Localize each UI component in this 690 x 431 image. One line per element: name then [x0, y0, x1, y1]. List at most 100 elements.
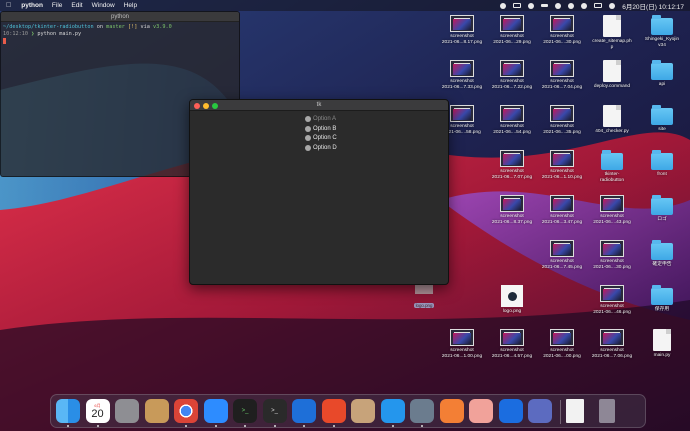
- screenshots-stack-icon[interactable]: [528, 399, 552, 423]
- chrome-icon[interactable]: [174, 399, 198, 423]
- running-indicator: [421, 425, 423, 427]
- desktop-icon-thumb[interactable]: screenshot 2021-06...7.06.png: [589, 329, 635, 360]
- radio-indicator[interactable]: [305, 135, 311, 142]
- folder-icon: [651, 60, 673, 80]
- terminal-titlebar[interactable]: python: [1, 12, 239, 22]
- desktop-icon-thumb[interactable]: screenshot 2021-06...1.10.png: [539, 150, 585, 181]
- desktop-icon-thumb[interactable]: screenshot 2021-06...7.22.png: [489, 60, 535, 91]
- desktop-icon-thumb[interactable]: screenshot 2021-06...7.04.png: [539, 60, 585, 91]
- desktop-icon-thumb[interactable]: screenshot 2021-06...7.07.png: [489, 150, 535, 181]
- desktop-icon-thumb[interactable]: screenshot 2021-06...4.57.png: [489, 329, 535, 360]
- menu-window[interactable]: Window: [92, 2, 115, 9]
- desktop-icon-thumb[interactable]: screenshot 2021-06...3.47.png: [539, 195, 585, 226]
- instruments-icon[interactable]: [321, 399, 346, 423]
- zoom-icon[interactable]: [203, 399, 228, 423]
- menubar-clock[interactable]: 6月20日(日) 10:12:17: [622, 1, 684, 11]
- radio-indicator[interactable]: [305, 144, 311, 151]
- activity-monitor-icon[interactable]: >_: [233, 399, 257, 423]
- desktop-icon-thumb[interactable]: screenshot 2021-06...1.00.png: [439, 329, 485, 360]
- siri-icon[interactable]: [609, 2, 616, 9]
- desktop-icon-thumb[interactable]: screenshot 2021-06....54.png: [489, 105, 535, 136]
- radio-option-b[interactable]: Option B: [305, 124, 337, 134]
- desktop-icon-doc[interactable]: 404_checker.py: [589, 105, 635, 135]
- finder-icon[interactable]: [56, 399, 80, 423]
- proxyman-icon[interactable]: [410, 399, 434, 423]
- desktop-icon-thumb[interactable]: screenshot 2021-06....29.png: [489, 15, 535, 46]
- desktop-icon-folder[interactable]: front: [639, 150, 685, 178]
- folder-icon: [651, 285, 673, 305]
- tk-window[interactable]: tk Option A Option B Option C Option D: [189, 99, 449, 285]
- desktop-icon-folder[interactable]: ロゴ: [639, 195, 685, 223]
- wifi-icon[interactable]: [568, 2, 575, 9]
- desktop-icon-doc[interactable]: deploy.command: [589, 60, 635, 90]
- desktop-icon-thumb[interactable]: screenshot 2021-06....43.png: [589, 195, 635, 226]
- desktop-icon-logo[interactable]: logo.png: [489, 285, 535, 315]
- document-stack-icon[interactable]: [565, 399, 584, 423]
- trash-icon[interactable]: [599, 399, 615, 423]
- desktop-icon-doc[interactable]: create_sitemap.ph p: [589, 15, 635, 51]
- desktop-icon-thumb[interactable]: screenshot 2021-06....00.png: [539, 329, 585, 360]
- desktop-icon-label: main.py: [653, 353, 671, 358]
- desktop-icon-thumb[interactable]: screenshot 2021-06...7.33.png: [439, 60, 485, 91]
- screenshot-thumbnail: [500, 15, 524, 32]
- battery-icon[interactable]: [541, 4, 549, 7]
- menu-edit[interactable]: Edit: [71, 2, 82, 9]
- folder-icon: [651, 240, 673, 260]
- running-indicator: [214, 425, 217, 427]
- desktop-icon-folder[interactable]: tkinter-radiobutton: [589, 150, 635, 184]
- terminal-output[interactable]: ~/desktop/tkinter-radiobutton on master …: [1, 22, 239, 48]
- minimize-window-button[interactable]: [203, 102, 209, 109]
- desktop-icon-thumb[interactable]: screenshot 2021-06...8.37.png: [489, 195, 535, 226]
- archive-icon[interactable]: [351, 399, 375, 423]
- system-preferences-icon[interactable]: [115, 399, 139, 423]
- display-icon[interactable]: [513, 3, 522, 8]
- apple-icon[interactable]: : [6, 2, 11, 9]
- clock-status-icon[interactable]: [528, 2, 535, 9]
- desktop-icon-label: Shingeki_Kyojin: [644, 37, 680, 42]
- calendar-icon[interactable]: 6月 20: [85, 399, 110, 423]
- folder-icon: [651, 195, 673, 215]
- radio-indicator[interactable]: [305, 125, 311, 132]
- menu-app-name[interactable]: python: [21, 2, 43, 9]
- zoom-window-button[interactable]: [212, 102, 218, 109]
- tk-titlebar[interactable]: tk: [190, 100, 448, 111]
- python-version: v3.9.0: [152, 24, 172, 30]
- docker-icon[interactable]: [380, 399, 405, 423]
- desktop-icon-folder[interactable]: api: [639, 60, 685, 88]
- control-center-icon[interactable]: [594, 3, 603, 8]
- desktop-icon-folder[interactable]: site: [639, 105, 685, 133]
- bluetooth-icon[interactable]: [555, 2, 562, 9]
- desktop-icon-thumb[interactable]: screenshot 2021-06....46.png: [589, 285, 635, 316]
- menu-help[interactable]: Help: [124, 2, 137, 9]
- preview-icon[interactable]: [469, 399, 493, 423]
- desktop-icon-thumb[interactable]: screenshot 2021-06....30.png: [589, 240, 635, 271]
- close-window-button[interactable]: [194, 102, 200, 109]
- desktop-icon-folder[interactable]: Shingeki_Kyojin v34: [639, 15, 685, 49]
- desktop-icon-folder[interactable]: 確定申告: [639, 240, 685, 268]
- screenshot-thumbnail: [450, 60, 474, 77]
- screenshot-thumbnail: [550, 60, 574, 77]
- infinity-icon[interactable]: [498, 399, 523, 423]
- menu-file[interactable]: File: [52, 2, 62, 9]
- desktop-icon-thumb[interactable]: screenshot 2021-06....30.png: [539, 15, 585, 46]
- desktop-icon-folder[interactable]: 保存用: [639, 285, 685, 313]
- radio-option-c[interactable]: Option C: [305, 133, 337, 143]
- radio-option-a[interactable]: Option A: [305, 114, 337, 124]
- contacts-icon[interactable]: [144, 399, 169, 423]
- radio-indicator[interactable]: [305, 115, 311, 122]
- desktop-icon-thumb[interactable]: screenshot 2021-06....35.png: [539, 105, 585, 136]
- desktop-icon-thumb[interactable]: screenshot 2021-06...8.17.png: [439, 15, 485, 46]
- running-indicator: [185, 425, 187, 427]
- sourcetree-icon[interactable]: [439, 399, 464, 423]
- desktop-icon-doc[interactable]: main.py: [639, 329, 685, 359]
- radio-option-d[interactable]: Option D: [305, 143, 337, 153]
- desktop-icon-sublabel: v34: [658, 42, 666, 48]
- status-app-icon[interactable]: [500, 2, 507, 9]
- desktop-icon-thumb[interactable]: screenshot 2021-06...7.45.png: [539, 240, 585, 271]
- spotlight-icon[interactable]: [581, 2, 588, 9]
- vscode-icon[interactable]: [292, 399, 316, 423]
- dragged-file[interactable]: logo.png: [411, 282, 437, 312]
- terminal-icon[interactable]: >_: [262, 399, 287, 423]
- folder-icon: [651, 150, 673, 170]
- document-icon: [603, 15, 621, 37]
